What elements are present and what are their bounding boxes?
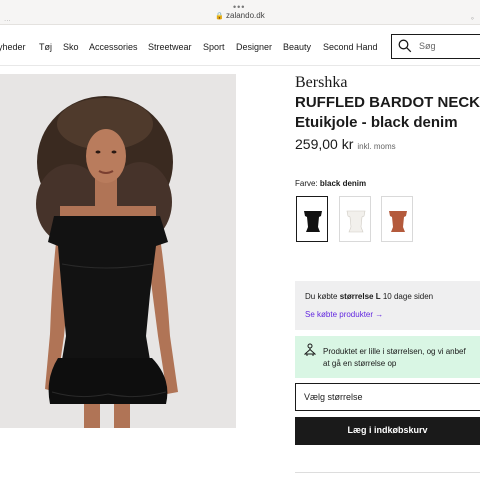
nav-item-sport[interactable]: Sport <box>203 42 225 52</box>
lock-icon: 🔒 <box>215 13 224 20</box>
nav-item-accessories[interactable]: Accessories <box>89 42 138 52</box>
color-label: Farve: <box>295 179 318 188</box>
price-row: 259,00 kr inkl. moms <box>295 136 396 154</box>
view-purchases-link[interactable]: Se købte produkter → <box>305 310 383 319</box>
previous-purchase-text: Du købte størrelse L 10 dage siden <box>305 292 433 301</box>
color-label-row: Farve: black denim <box>295 179 366 188</box>
brand-name[interactable]: Bershka <box>295 74 347 92</box>
nav-item-clothing[interactable]: Tøj <box>39 42 52 52</box>
nav-item-shoes[interactable]: Sko <box>63 42 79 52</box>
product-price: 259,00 kr <box>295 136 354 152</box>
nav-item-beauty[interactable]: Beauty <box>283 42 311 52</box>
size-select[interactable]: Vælg størrelse <box>295 383 480 411</box>
previous-purchase-box: Du købte størrelse L 10 dage siden Se kø… <box>295 281 480 330</box>
purchase-size: størrelse L <box>339 292 381 301</box>
search-icon <box>398 39 412 53</box>
product-title-line-1: RUFFLED BARDOT NECK <box>295 94 480 111</box>
purchase-prefix: Du købte <box>305 292 338 301</box>
nav-divider <box>0 65 480 66</box>
right-tab-peek: ◦ <box>470 13 474 23</box>
color-swatch-rust[interactable] <box>381 196 413 242</box>
fit-advice-box: Produktet er lille i størrelsen, og vi a… <box>295 336 480 378</box>
browser-toolbar: ... ••• 🔒 zalando.dk ◦ <box>0 0 480 25</box>
fit-advice-text: Produktet er lille i størrelsen, og vi a… <box>323 346 466 370</box>
model-illustration <box>0 74 236 428</box>
vat-note: inkl. moms <box>357 142 396 151</box>
nav-item-second-hand[interactable]: Second Hand <box>323 42 378 52</box>
search-placeholder: Søg <box>419 41 436 51</box>
product-title-line-2: Etuikjole - black denim <box>295 114 458 131</box>
nav-item-designer[interactable]: Designer <box>236 42 272 52</box>
nav-item-streetwear[interactable]: Streetwear <box>148 42 192 52</box>
size-select-label: Vælg størrelse <box>304 392 363 402</box>
color-swatch-black[interactable] <box>296 196 328 242</box>
fit-advice-line-2: at gå en størrelse op <box>323 359 397 368</box>
nav-item-news[interactable]: yheder <box>0 42 26 52</box>
color-swatch-white[interactable] <box>339 196 371 242</box>
purchase-suffix: 10 dage siden <box>382 292 434 301</box>
add-to-cart-button[interactable]: Læg i indkøbskurv <box>295 417 480 445</box>
url-text: zalando.dk <box>226 11 265 20</box>
product-image[interactable] <box>0 74 236 428</box>
search-input[interactable]: Søg <box>391 34 480 59</box>
hanger-icon <box>304 343 316 356</box>
color-value: black denim <box>319 179 367 188</box>
product-title: RUFFLED BARDOT NECK Etuikjole - black de… <box>295 93 480 133</box>
address-bar[interactable]: 🔒 zalando.dk <box>0 11 480 20</box>
add-to-cart-label: Læg i indkøbskurv <box>347 425 428 435</box>
fit-advice-line-1: Produktet er lille i størrelsen, og vi a… <box>323 347 466 356</box>
